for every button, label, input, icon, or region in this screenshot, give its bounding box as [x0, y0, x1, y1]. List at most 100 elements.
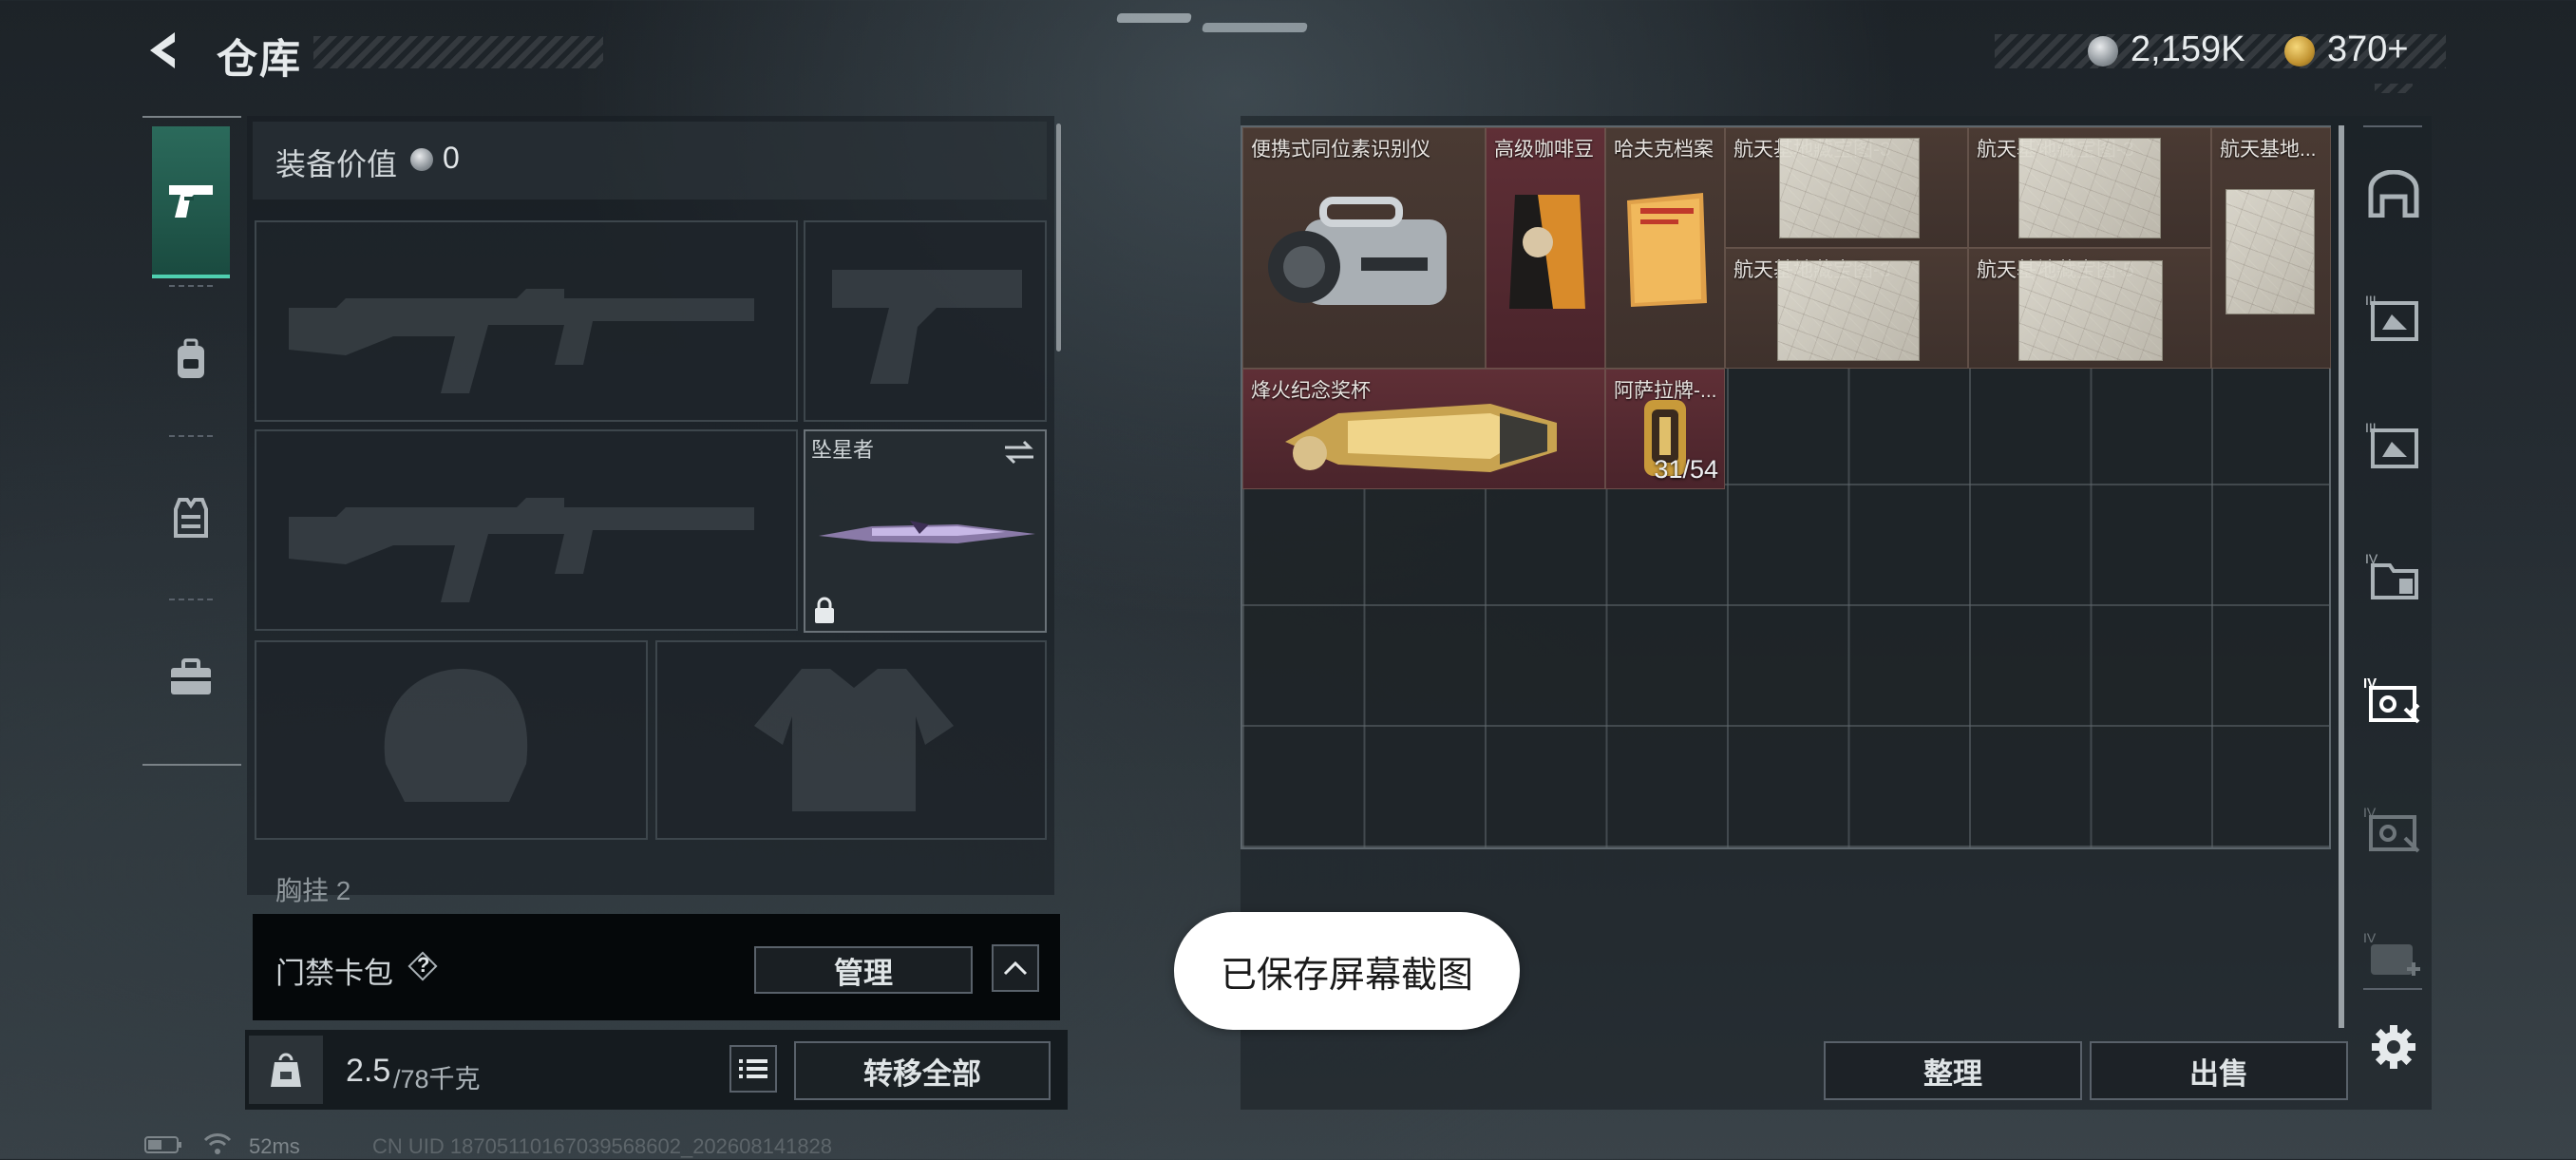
item-asala-brand[interactable]: 阿萨拉牌-... 31/54 [1605, 369, 1725, 489]
uid-readout: CN UID 18705110167039568602_202608141828 [372, 1134, 833, 1158]
pistol-icon [169, 185, 213, 218]
secondary-weapon-slot[interactable] [804, 220, 1047, 422]
tab-weapons[interactable] [152, 126, 230, 278]
backpack-icon [178, 338, 204, 378]
tab-tier3-maps-2[interactable]: III [2359, 410, 2428, 479]
knife-icon [819, 521, 1035, 543]
gold-amount[interactable]: 370+ [2327, 29, 2409, 70]
ceiling-light [1116, 13, 1192, 23]
tab-separator [169, 285, 213, 287]
keycard-label: 门禁卡包 [275, 957, 393, 990]
tier3-map-icon: III [2365, 420, 2418, 468]
item-isotope-detector[interactable]: 便携式同位素识别仪 [1242, 127, 1486, 369]
item-premium-coffee[interactable]: 高级咖啡豆 [1486, 127, 1605, 369]
tab-tier4-cards[interactable]: IV [2359, 922, 2428, 990]
item-spacebase-map-2[interactable]: 航天基地藏宝图-3 [1968, 127, 2211, 248]
tab-tier4-photos[interactable]: IV [2359, 667, 2428, 735]
sidebar-decoration [2375, 84, 2413, 93]
rifle-silhouette-icon [289, 289, 754, 393]
title-stripe-decoration [313, 36, 603, 68]
tab-toolbox[interactable] [152, 638, 230, 716]
tab-separator [169, 599, 213, 600]
silver-coin-icon [2088, 36, 2118, 67]
tab-tier3-maps[interactable]: III [2359, 283, 2428, 352]
tab-vest[interactable] [152, 479, 230, 557]
primary-weapon-slot-2[interactable] [255, 429, 798, 631]
item-spacebase-map-5[interactable]: 航天基地藏宝图-5 [1968, 248, 2211, 369]
gold-coin-icon [2284, 36, 2315, 67]
page-title: 仓库 [217, 37, 302, 83]
item-spacebase-map-1[interactable]: 航天基地藏宝图-3 [1725, 127, 1968, 248]
rifle-silhouette-icon [289, 498, 754, 602]
melee-weapon-name: 坠星者 [811, 438, 875, 462]
silver-coin-icon [410, 148, 433, 171]
item-haavk-file[interactable]: 哈夫克档案 [1605, 127, 1725, 369]
base-icon [2368, 170, 2419, 218]
stash-scrollbar[interactable] [2339, 125, 2344, 1028]
armor-silhouette-icon [754, 669, 954, 811]
settings-button[interactable] [2359, 1013, 2428, 1081]
screenshot-saved-toast: 已保存屏幕截图 [1174, 912, 1520, 1030]
item-spacebase-map-3[interactable]: 航天基地... [2211, 127, 2331, 369]
list-view-button[interactable] [729, 1045, 777, 1093]
item-beacon-trophy[interactable]: 烽火纪念奖杯 [1242, 369, 1605, 489]
tier4-card-icon: IV [2363, 930, 2420, 976]
svg-text:IV: IV [2363, 930, 2377, 945]
manage-button[interactable]: 管理 [754, 946, 973, 994]
weight-icon [271, 1053, 301, 1087]
map-icon [2226, 189, 2315, 314]
sort-button[interactable]: 整理 [1824, 1041, 2082, 1100]
equipment-value: 0 [443, 141, 460, 175]
pistol-silhouette-icon [832, 270, 1022, 384]
vest-icon [174, 498, 208, 538]
item-count: 31/54 [1654, 455, 1718, 484]
help-button[interactable]: ? [407, 950, 439, 982]
item-name: 高级咖啡豆 [1494, 139, 1594, 161]
item-name: 哈夫克档案 [1614, 139, 1714, 161]
transfer-all-button[interactable]: 转移全部 [794, 1041, 1051, 1100]
helmet-slot[interactable] [255, 640, 648, 840]
expand-button[interactable] [992, 944, 1039, 992]
helmet-silhouette-icon [384, 669, 528, 802]
tier3-map-icon: III [2365, 293, 2418, 341]
item-spacebase-map-4[interactable]: 航天基地藏宝图-3 [1725, 248, 1968, 369]
coffee-bag-icon [1509, 195, 1585, 309]
tab-base[interactable] [2359, 160, 2428, 228]
tier4-photo-icon: IV [2363, 675, 2420, 724]
back-arrow-icon[interactable] [142, 29, 186, 72]
trophy-icon [1285, 404, 1557, 472]
tab-tier4-files[interactable]: IV [2359, 542, 2428, 610]
weight-current: 2.5 [346, 1053, 391, 1089]
item-name: 航天基地... [2220, 139, 2317, 161]
equipment-scrollbar[interactable] [1056, 124, 1061, 352]
tier4-folder-icon: IV [2365, 551, 2418, 599]
wifi-icon [203, 1131, 232, 1155]
weight-max: /78千克 [393, 1065, 481, 1093]
map-icon [1777, 260, 1920, 361]
toolbox-icon [171, 658, 211, 694]
isotope-detector-icon [1268, 197, 1447, 305]
sell-button[interactable]: 出售 [2090, 1041, 2348, 1100]
chevron-up-icon [1003, 960, 1028, 976]
file-folder-icon [1627, 193, 1707, 307]
battery-icon [144, 1136, 182, 1153]
ping-readout: 52ms [249, 1134, 300, 1158]
tab-tier4-photos-2[interactable]: IV [2359, 796, 2428, 865]
swap-icon[interactable] [1003, 439, 1035, 466]
primary-weapon-slot-1[interactable] [255, 220, 798, 422]
sidebar-divider [2363, 125, 2422, 127]
gear-icon [2372, 1025, 2415, 1069]
tier4-photo-icon: IV [2363, 805, 2420, 853]
tab-backpack[interactable] [152, 321, 230, 399]
lock-icon [815, 597, 834, 623]
body-armor-slot[interactable] [655, 640, 1047, 840]
map-icon [1779, 138, 1920, 238]
equipment-value-label: 装备价值 [275, 147, 398, 181]
sidebar-divider [2363, 988, 2422, 990]
weight-icon-box [249, 1036, 323, 1104]
help-icon: ? [417, 953, 430, 977]
ceiling-light [1202, 23, 1308, 32]
item-name: 便携式同位素识别仪 [1251, 139, 1430, 161]
chest-rig-label: 胸挂 2 [275, 876, 351, 905]
map-icon [2018, 260, 2163, 361]
